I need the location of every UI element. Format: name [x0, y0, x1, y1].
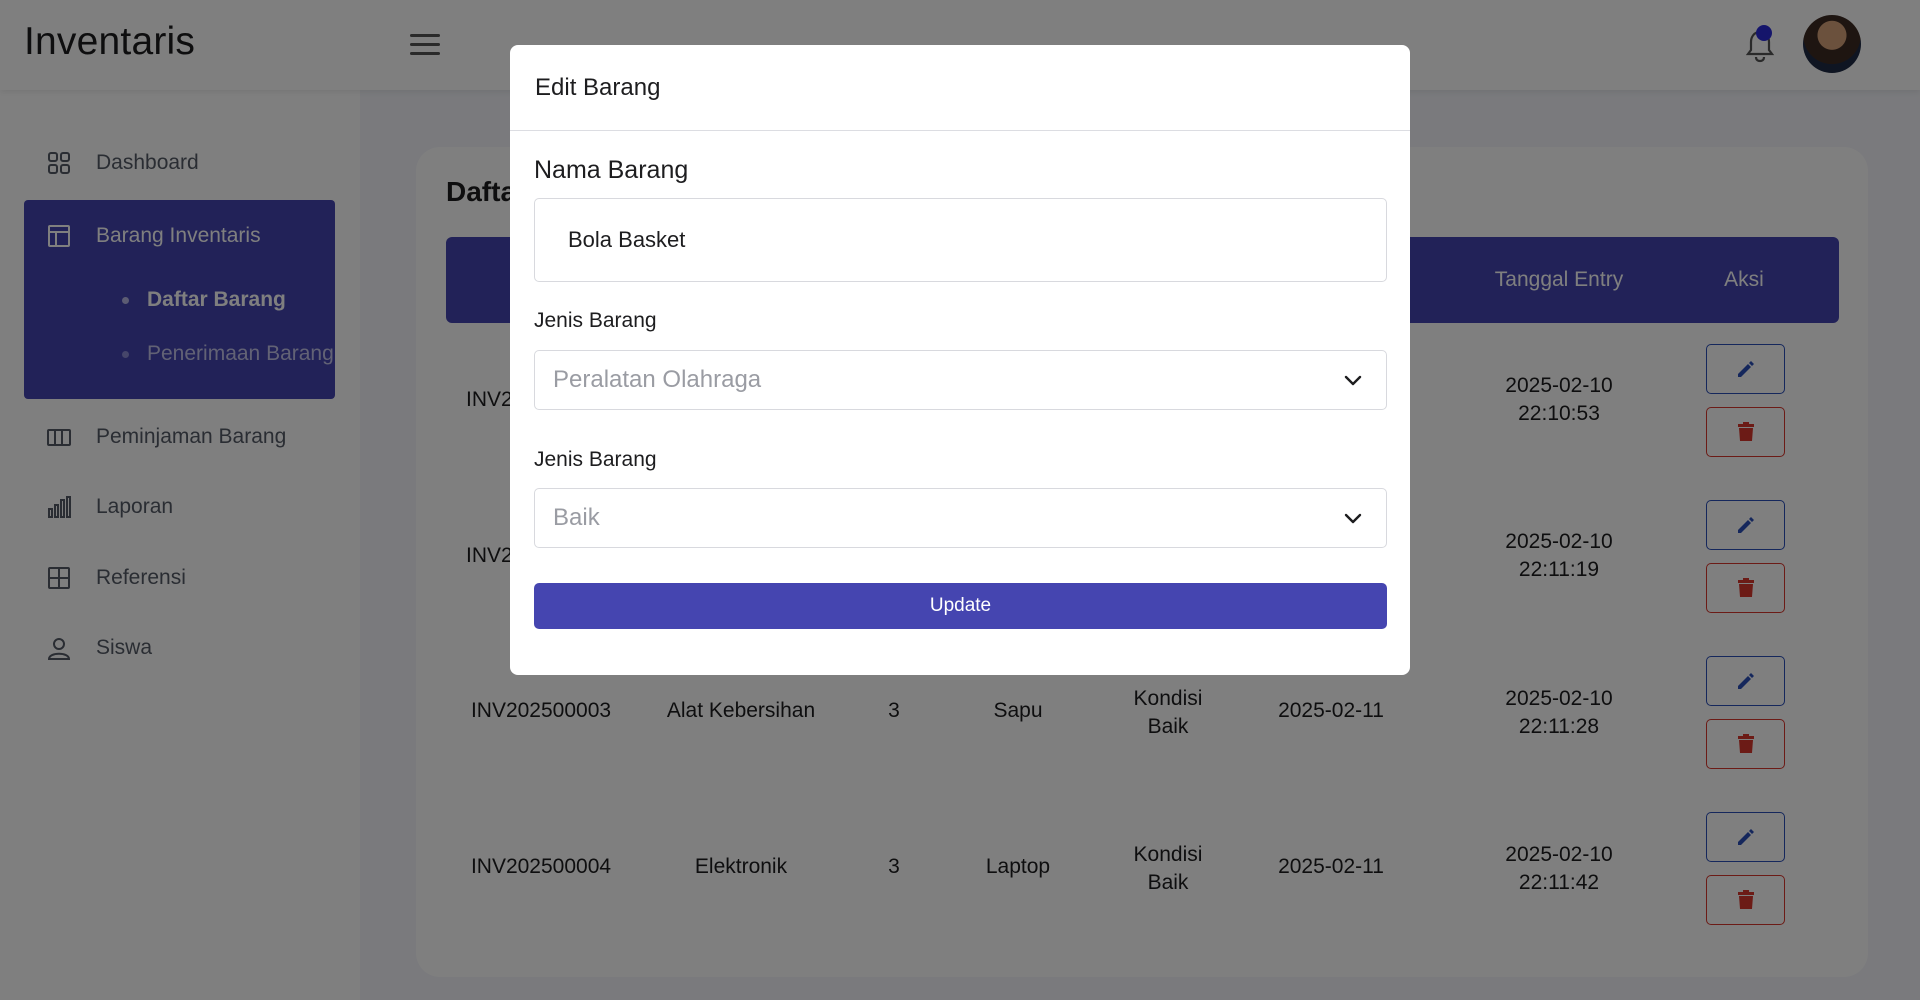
- modal-title: Edit Barang: [535, 74, 661, 101]
- chevron-down-icon: [1344, 375, 1362, 386]
- kondisi-barang-select[interactable]: Baik: [534, 488, 1387, 548]
- modal-header: Edit Barang: [510, 45, 1410, 131]
- kondisi-barang-label: Jenis Barang: [534, 448, 657, 471]
- edit-barang-modal: Edit Barang Nama Barang Bola Basket Jeni…: [510, 45, 1410, 675]
- jenis-barang-value: Peralatan Olahraga: [553, 366, 762, 393]
- chevron-down-icon: [1344, 513, 1362, 524]
- update-button[interactable]: Update: [534, 583, 1387, 629]
- nama-barang-input[interactable]: Bola Basket: [534, 198, 1387, 282]
- jenis-barang-select[interactable]: Peralatan Olahraga: [534, 350, 1387, 410]
- jenis-barang-label: Jenis Barang: [534, 309, 657, 332]
- kondisi-barang-value: Baik: [553, 504, 600, 531]
- nama-barang-label: Nama Barang: [534, 156, 689, 184]
